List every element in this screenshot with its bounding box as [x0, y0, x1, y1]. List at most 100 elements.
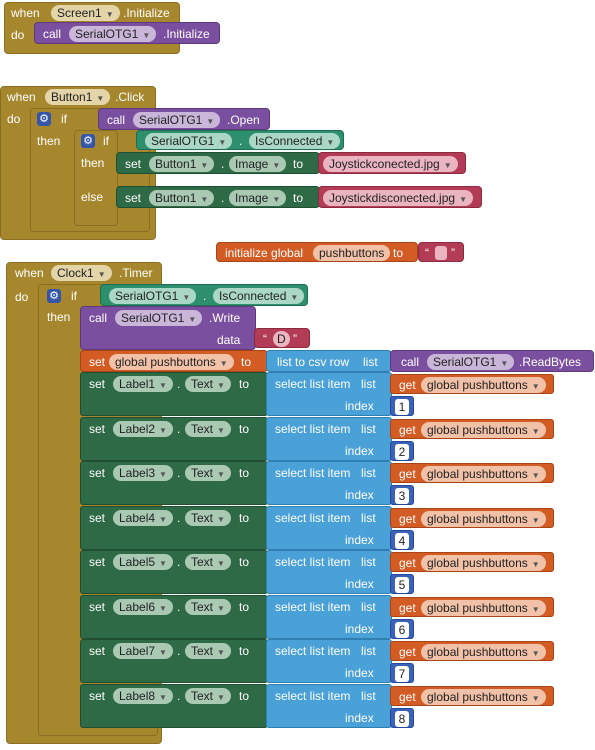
serialotg1-dropdown[interactable]: SerialOTG1 ▼ — [69, 26, 157, 42]
index-number-block[interactable]: 3 — [390, 485, 414, 505]
initialize-global-pushbuttons-block[interactable]: initialize global pushbuttons to — [216, 242, 418, 262]
isconnected-dropdown[interactable]: IsConnected ▼ — [249, 133, 341, 149]
gear-icon[interactable]: ⚙ — [81, 134, 95, 148]
select-list-item-block[interactable]: select list item list index — [266, 461, 392, 505]
index-number-block[interactable]: 1 — [390, 396, 414, 416]
index-number-field[interactable]: 7 — [395, 666, 409, 682]
image-property-dropdown[interactable]: Image ▼ — [229, 190, 287, 206]
get-global-pushbuttons-block[interactable]: get global pushbuttons ▼ — [390, 685, 554, 706]
serialotg1-isconnected-getter[interactable]: SerialOTG1 ▼ . IsConnected ▼ — [136, 130, 344, 150]
select-list-item-block[interactable]: select list item list index — [266, 550, 392, 594]
d-text-block[interactable]: “ D ” — [254, 328, 310, 348]
call-serialotg1-open-block[interactable]: call SerialOTG1 ▼ .Open — [98, 108, 270, 130]
gear-icon[interactable]: ⚙ — [47, 289, 61, 303]
empty-text-field[interactable] — [435, 246, 447, 260]
label-component-dropdown[interactable]: Label2 ▼ — [113, 420, 173, 437]
label-component-dropdown[interactable]: Label6 ▼ — [113, 598, 173, 615]
serialotg1-isconnected-getter[interactable]: SerialOTG1 ▼ . IsConnected ▼ — [100, 284, 308, 306]
set-button1-image-connected-block[interactable]: set Button1 ▼ . Image ▼ to — [116, 152, 320, 174]
global-variable-dropdown[interactable]: global pushbuttons ▼ — [421, 555, 546, 571]
index-number-field[interactable]: 2 — [395, 443, 409, 460]
list-to-csv-row-block[interactable]: list to csv row list — [266, 350, 392, 372]
screen1-dropdown[interactable]: Screen1 ▼ — [51, 5, 120, 21]
serialotg1-dropdown[interactable]: SerialOTG1 ▼ — [427, 354, 515, 370]
index-number-field[interactable]: 5 — [395, 577, 409, 593]
image-name-text-block[interactable]: Joystickdisconected.jpg ▼ — [318, 186, 482, 208]
get-global-pushbuttons-block[interactable]: get global pushbuttons ▼ — [390, 418, 554, 439]
serialotg1-dropdown[interactable]: SerialOTG1 ▼ — [109, 288, 197, 304]
global-name-field[interactable]: pushbuttons — [313, 245, 391, 261]
text-property-dropdown[interactable]: Text ▼ — [185, 376, 231, 392]
set-label-text-block[interactable]: set Label1 ▼ . Text ▼ to — [80, 372, 268, 416]
call-serialotg1-initialize-block[interactable]: call SerialOTG1 ▼ .Initialize — [34, 22, 220, 44]
set-label-text-block[interactable]: set Label2 ▼ . Text ▼ to — [80, 416, 268, 461]
label-component-dropdown[interactable]: Label7 ▼ — [113, 643, 173, 659]
set-label-text-block[interactable]: set Label5 ▼ . Text ▼ to — [80, 550, 268, 594]
text-property-dropdown[interactable]: Text ▼ — [185, 465, 231, 481]
text-property-dropdown[interactable]: Text ▼ — [185, 598, 231, 615]
text-property-dropdown[interactable]: Text ▼ — [185, 687, 231, 704]
if-else-block[interactable]: ⚙ if then else — [74, 130, 118, 226]
global-variable-dropdown[interactable]: global pushbuttons ▼ — [421, 466, 546, 482]
index-number-field[interactable]: 3 — [395, 488, 409, 504]
isconnected-dropdown[interactable]: IsConnected ▼ — [213, 288, 305, 304]
index-number-block[interactable]: 2 — [390, 440, 414, 461]
label-component-dropdown[interactable]: Label5 ▼ — [113, 554, 173, 570]
empty-text-block[interactable]: “ ” — [418, 242, 464, 262]
get-global-pushbuttons-block[interactable]: get global pushbuttons ▼ — [390, 641, 554, 661]
index-number-block[interactable]: 5 — [390, 574, 414, 594]
label-component-dropdown[interactable]: Label3 ▼ — [113, 465, 173, 481]
image-name-dropdown[interactable]: Joystickdisconected.jpg ▼ — [323, 190, 473, 206]
global-variable-dropdown[interactable]: global pushbuttons ▼ — [421, 644, 546, 660]
get-global-pushbuttons-block[interactable]: get global pushbuttons ▼ — [390, 463, 554, 483]
set-global-pushbuttons-block[interactable]: set global pushbuttons ▼ to — [80, 350, 268, 372]
text-property-dropdown[interactable]: Text ▼ — [185, 643, 231, 659]
select-list-item-block[interactable]: select list item list index — [266, 639, 392, 683]
select-list-item-block[interactable]: select list item list index — [266, 594, 392, 639]
gear-icon[interactable]: ⚙ — [37, 112, 51, 126]
text-property-dropdown[interactable]: Text ▼ — [185, 554, 231, 570]
d-text-field[interactable]: D — [273, 331, 290, 347]
button1-dropdown[interactable]: Button1 ▼ — [149, 190, 215, 206]
global-variable-dropdown[interactable]: global pushbuttons ▼ — [421, 510, 546, 527]
index-number-block[interactable]: 4 — [390, 529, 414, 550]
get-global-pushbuttons-block[interactable]: get global pushbuttons ▼ — [390, 552, 554, 572]
set-label-text-block[interactable]: set Label7 ▼ . Text ▼ to — [80, 639, 268, 683]
select-list-item-block[interactable]: select list item list index — [266, 505, 392, 550]
select-list-item-block[interactable]: select list item list index — [266, 683, 392, 728]
get-global-pushbuttons-block[interactable]: get global pushbuttons ▼ — [390, 507, 554, 528]
text-property-dropdown[interactable]: Text ▼ — [185, 420, 231, 437]
label-component-dropdown[interactable]: Label1 ▼ — [113, 376, 173, 392]
index-number-field[interactable]: 8 — [395, 710, 409, 727]
set-label-text-block[interactable]: set Label3 ▼ . Text ▼ to — [80, 461, 268, 505]
index-number-block[interactable]: 7 — [390, 663, 414, 683]
serialotg1-dropdown[interactable]: SerialOTG1 ▼ — [145, 133, 233, 149]
select-list-item-block[interactable]: select list item list index — [266, 372, 392, 416]
text-property-dropdown[interactable]: Text ▼ — [185, 509, 231, 526]
serialotg1-dropdown[interactable]: SerialOTG1 ▼ — [133, 112, 221, 128]
label-component-dropdown[interactable]: Label8 ▼ — [113, 687, 173, 704]
set-label-text-block[interactable]: set Label6 ▼ . Text ▼ to — [80, 594, 268, 639]
clock1-dropdown[interactable]: Clock1 ▼ — [51, 265, 112, 281]
button1-dropdown[interactable]: Button1 ▼ — [45, 89, 111, 105]
label-component-dropdown[interactable]: Label4 ▼ — [113, 509, 173, 526]
call-serialotg1-write-block[interactable]: call SerialOTG1 ▼ .Write data — [80, 306, 256, 350]
global-variable-dropdown[interactable]: global pushbuttons ▼ — [421, 688, 546, 705]
image-name-text-block[interactable]: Joystickconected.jpg ▼ — [318, 152, 466, 174]
set-label-text-block[interactable]: set Label8 ▼ . Text ▼ to — [80, 683, 268, 728]
global-variable-dropdown[interactable]: global pushbuttons ▼ — [109, 354, 234, 370]
global-variable-dropdown[interactable]: global pushbuttons ▼ — [421, 377, 546, 393]
index-number-field[interactable]: 4 — [395, 532, 409, 549]
select-list-item-block[interactable]: select list item list index — [266, 416, 392, 461]
button1-dropdown[interactable]: Button1 ▼ — [149, 156, 215, 172]
set-button1-image-disconnected-block[interactable]: set Button1 ▼ . Image ▼ to — [116, 186, 320, 208]
call-serialotg1-readbytes-block[interactable]: call SerialOTG1 ▼ .ReadBytes — [390, 350, 594, 372]
index-number-field[interactable]: 1 — [395, 399, 409, 415]
index-number-field[interactable]: 6 — [395, 621, 409, 638]
global-variable-dropdown[interactable]: global pushbuttons ▼ — [421, 599, 546, 616]
get-global-pushbuttons-block[interactable]: get global pushbuttons ▼ — [390, 374, 554, 394]
index-number-block[interactable]: 8 — [390, 707, 414, 728]
get-global-pushbuttons-block[interactable]: get global pushbuttons ▼ — [390, 596, 554, 617]
set-label-text-block[interactable]: set Label4 ▼ . Text ▼ to — [80, 505, 268, 550]
image-property-dropdown[interactable]: Image ▼ — [229, 156, 287, 172]
